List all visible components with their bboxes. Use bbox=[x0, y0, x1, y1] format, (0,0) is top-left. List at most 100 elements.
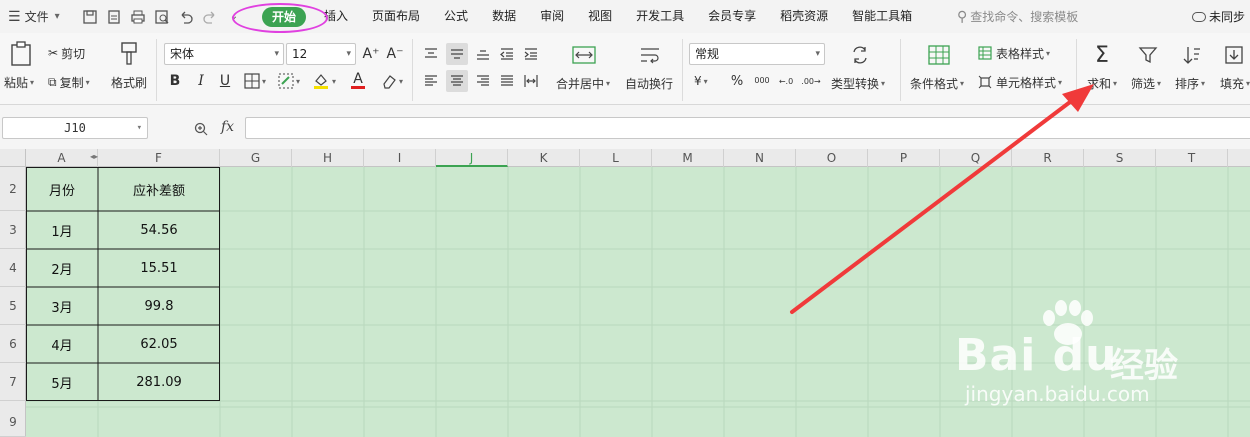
currency-button[interactable]: ¥ ▾ bbox=[694, 71, 708, 91]
copy-button[interactable]: ⧉ 复制 ▾ bbox=[48, 73, 90, 91]
name-box[interactable]: J10 ▾ bbox=[2, 117, 148, 139]
table-cell-month[interactable]: 1月 bbox=[26, 211, 98, 249]
row-header-4[interactable]: 4 bbox=[0, 249, 26, 287]
tab-member[interactable]: 会员专享 bbox=[696, 0, 768, 33]
table-cell-amount[interactable]: 15.51 bbox=[98, 249, 220, 287]
tab-view[interactable]: 视图 bbox=[576, 0, 624, 33]
sort-icon[interactable] bbox=[1180, 43, 1204, 67]
table-cell-month[interactable]: 5月 bbox=[26, 363, 98, 401]
font-name-select[interactable]: 宋体 ▾ bbox=[164, 43, 284, 65]
justify-icon[interactable] bbox=[496, 70, 518, 92]
fill-color-button[interactable]: ▾ bbox=[308, 71, 340, 91]
cut-button[interactable]: ✂ 剪切 bbox=[48, 44, 85, 62]
file-menu[interactable]: ☰ 文件 ▾ bbox=[0, 0, 78, 33]
print-icon[interactable] bbox=[126, 5, 150, 29]
increase-indent-icon[interactable] bbox=[520, 43, 542, 65]
tab-docer[interactable]: 稻壳资源 bbox=[768, 0, 840, 33]
tab-review[interactable]: 审阅 bbox=[528, 0, 576, 33]
merge-center-button[interactable]: 合并居中 ▾ bbox=[556, 74, 610, 92]
increase-font-icon[interactable]: A⁺ bbox=[362, 44, 380, 64]
select-all-corner[interactable] bbox=[0, 149, 26, 167]
undo-icon[interactable] bbox=[174, 5, 198, 29]
italic-button[interactable]: I bbox=[192, 71, 210, 91]
formula-input[interactable] bbox=[245, 117, 1250, 139]
fill-button[interactable]: 填充 ▾ bbox=[1220, 74, 1250, 92]
column-header-j[interactable]: J bbox=[436, 149, 508, 167]
distributed-align-icon[interactable] bbox=[520, 70, 542, 92]
wrap-text-button[interactable]: 自动换行 bbox=[625, 74, 673, 92]
column-header-f[interactable]: F bbox=[98, 149, 220, 167]
zoom-icon[interactable] bbox=[194, 122, 208, 136]
increase-decimal-icon[interactable]: ←.0 bbox=[776, 71, 796, 91]
align-top-icon[interactable] bbox=[420, 43, 442, 65]
column-header-s[interactable]: S bbox=[1084, 149, 1156, 167]
row-header-5[interactable]: 5 bbox=[0, 287, 26, 325]
row-header-9[interactable]: 9 bbox=[0, 407, 26, 437]
row-header-3[interactable]: 3 bbox=[0, 211, 26, 249]
thousands-separator-button[interactable]: 000 bbox=[752, 71, 772, 91]
align-right-icon[interactable] bbox=[472, 70, 494, 92]
column-header-g[interactable]: G bbox=[220, 149, 292, 167]
align-center-icon[interactable] bbox=[446, 70, 468, 92]
column-header-a[interactable]: A bbox=[26, 149, 98, 167]
paste-button[interactable]: 粘贴 ▾ bbox=[4, 73, 34, 91]
borders-button[interactable]: ▾ bbox=[240, 71, 270, 91]
table-header-month[interactable]: 月份 bbox=[26, 167, 98, 211]
format-painter-button[interactable]: 格式刷 bbox=[111, 73, 147, 91]
column-header-n[interactable]: N bbox=[724, 149, 796, 167]
table-cell-month[interactable]: 3月 bbox=[26, 287, 98, 325]
fill-pattern-button[interactable]: ▾ bbox=[274, 71, 304, 91]
sum-button[interactable]: 求和 ▾ bbox=[1087, 74, 1117, 92]
merge-center-icon[interactable] bbox=[570, 43, 598, 67]
align-left-icon[interactable] bbox=[420, 70, 442, 92]
conditional-format-button[interactable]: 条件格式 ▾ bbox=[910, 74, 964, 92]
tab-formulas[interactable]: 公式 bbox=[432, 0, 480, 33]
column-header-m[interactable]: M bbox=[652, 149, 724, 167]
filter-button[interactable]: 筛选 ▾ bbox=[1131, 74, 1161, 92]
tab-page-layout[interactable]: 页面布局 bbox=[360, 0, 432, 33]
underline-button[interactable]: U bbox=[216, 71, 234, 91]
column-header-p[interactable]: P bbox=[868, 149, 940, 167]
column-header-h[interactable]: H bbox=[292, 149, 364, 167]
column-header-r[interactable]: R bbox=[1012, 149, 1084, 167]
print-preview-icon[interactable] bbox=[150, 5, 174, 29]
sort-button[interactable]: 排序 ▾ bbox=[1175, 74, 1205, 92]
row-header-7[interactable]: 7 bbox=[0, 363, 26, 401]
redo-icon[interactable] bbox=[198, 5, 222, 29]
tab-smart-toolbox[interactable]: 智能工具箱 bbox=[840, 0, 924, 33]
export-pdf-icon[interactable] bbox=[102, 5, 126, 29]
align-middle-icon[interactable] bbox=[446, 43, 468, 65]
clear-format-icon[interactable]: ▾ bbox=[378, 71, 406, 91]
percent-button[interactable]: % bbox=[728, 71, 746, 91]
hidden-columns-marker-icon[interactable]: ◂▸ bbox=[90, 152, 98, 161]
font-size-select[interactable]: 12 ▾ bbox=[286, 43, 356, 65]
cell-style-button[interactable]: 单元格样式 ▾ bbox=[978, 73, 1062, 91]
table-cell-amount[interactable]: 62.05 bbox=[98, 325, 220, 363]
type-convert-button[interactable]: 类型转换 ▾ bbox=[831, 74, 885, 92]
conditional-format-icon[interactable] bbox=[926, 43, 952, 67]
align-bottom-icon[interactable] bbox=[472, 43, 494, 65]
save-icon[interactable] bbox=[78, 5, 102, 29]
decrease-decimal-icon[interactable]: .00→ bbox=[800, 71, 822, 91]
decrease-font-icon[interactable]: A⁻ bbox=[386, 44, 404, 64]
column-header-q[interactable]: Q bbox=[940, 149, 1012, 167]
sum-icon[interactable]: Σ bbox=[1090, 43, 1114, 68]
column-header-i[interactable]: I bbox=[364, 149, 436, 167]
format-painter-icon[interactable] bbox=[116, 39, 142, 69]
type-convert-icon[interactable] bbox=[848, 43, 872, 67]
fill-icon[interactable] bbox=[1222, 43, 1246, 67]
tab-developer[interactable]: 开发工具 bbox=[624, 0, 696, 33]
row-header-2[interactable]: 2 bbox=[0, 167, 26, 211]
decrease-indent-icon[interactable] bbox=[496, 43, 518, 65]
table-cell-amount[interactable]: 99.8 bbox=[98, 287, 220, 325]
table-cell-month[interactable]: 2月 bbox=[26, 249, 98, 287]
font-color-button[interactable]: A bbox=[344, 69, 372, 91]
wrap-text-icon[interactable] bbox=[636, 43, 664, 67]
insert-function-icon[interactable]: fx bbox=[221, 119, 234, 135]
table-style-button[interactable]: 表格样式 ▾ bbox=[978, 44, 1050, 62]
bold-button[interactable]: B bbox=[166, 71, 184, 91]
column-header-k[interactable]: K bbox=[508, 149, 580, 167]
table-cell-amount[interactable]: 281.09 bbox=[98, 363, 220, 401]
row-header-6[interactable]: 6 bbox=[0, 325, 26, 363]
number-format-select[interactable]: 常规 ▾ bbox=[689, 43, 825, 65]
